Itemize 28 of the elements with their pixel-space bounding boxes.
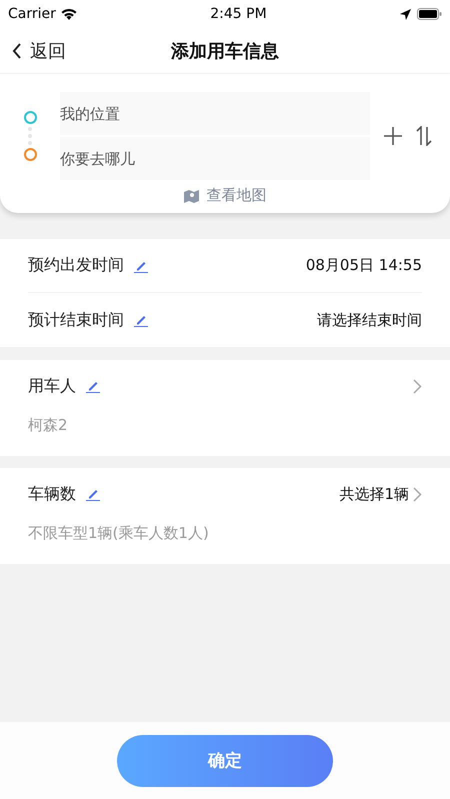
- back-button[interactable]: 返回: [0, 38, 66, 62]
- field-label: 车辆数: [28, 484, 76, 504]
- time-value[interactable]: 08月05日 14:55: [306, 256, 422, 275]
- edit-icon[interactable]: [134, 313, 148, 327]
- field-label: 用车人: [28, 376, 76, 396]
- location-input[interactable]: 你要去哪儿: [60, 137, 370, 180]
- field-label: 预约出发时间: [28, 255, 124, 276]
- chevron-right-icon[interactable]: [413, 486, 422, 502]
- location-arrow-icon: [400, 8, 411, 20]
- swap-icon[interactable]: [416, 126, 432, 146]
- vehicle-count[interactable]: 共选择1辆: [339, 484, 409, 504]
- status-time: 2:45 PM: [210, 6, 267, 22]
- view-map-link[interactable]: 查看地图: [184, 186, 266, 205]
- chevron-right-icon[interactable]: [413, 378, 422, 394]
- vehicle-detail: 不限车型1辆(乘车人数1人): [28, 523, 210, 544]
- map-icon: [184, 188, 198, 202]
- passenger-name: 柯森2: [28, 415, 69, 436]
- time-value[interactable]: 请选择结束时间: [317, 310, 422, 330]
- location-input[interactable]: 我的位置: [60, 92, 370, 135]
- edit-icon[interactable]: [86, 487, 100, 501]
- edit-icon[interactable]: [86, 379, 100, 393]
- page-title: 添加用车信息: [171, 40, 279, 62]
- wifi-icon: [60, 8, 77, 20]
- battery-icon: [417, 8, 442, 20]
- carrier-name: Carrier: [8, 6, 56, 22]
- back-chevron-icon: [12, 42, 22, 58]
- field-label: 预计结束时间: [28, 310, 124, 330]
- add-icon[interactable]: [384, 127, 402, 145]
